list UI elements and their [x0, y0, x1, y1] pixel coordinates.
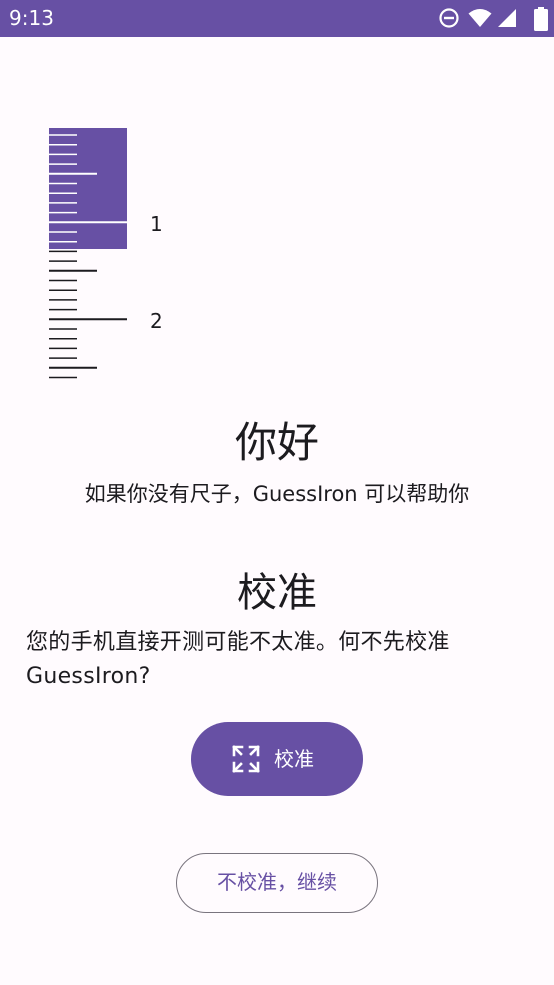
ruler-label-2: 2	[150, 309, 163, 333]
calibrate-button[interactable]: 校准	[191, 722, 363, 796]
skip-calibration-button[interactable]: 不校准，继续	[176, 853, 378, 913]
calibrate-button-label: 校准	[274, 747, 314, 771]
greeting-subtitle: 如果你没有尺子，GuessIron 可以帮助你	[84, 482, 470, 506]
greeting-title: 你好	[234, 418, 319, 467]
calibration-title: 校准	[237, 570, 317, 616]
ruler-illustration: 1 2	[49, 128, 163, 379]
ruler-label-1: 1	[150, 212, 163, 236]
ruler-highlight	[49, 128, 127, 249]
fullscreen-expand-icon	[232, 745, 260, 773]
calibration-description: 您的手机直接开测可能不太准。何不先校准 GuessIron?	[26, 630, 450, 689]
